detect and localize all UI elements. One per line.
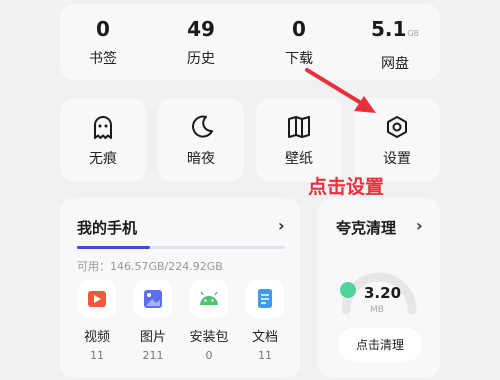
annotation-text: 点击设置 [308, 176, 385, 198]
annotation-arrow [305, 68, 376, 113]
